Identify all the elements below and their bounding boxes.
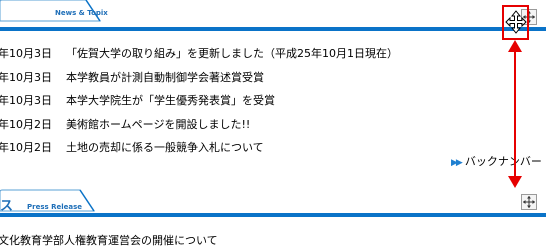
double-arrow-icon: ▶▶ [451, 158, 463, 168]
press-tab-title: Press Release [27, 203, 83, 211]
news-tab-title: News & Topix [55, 9, 108, 17]
press-title-prefix: ス [0, 199, 14, 214]
news-title-link[interactable]: 「佐賀大学の取り組み」を更新しました（平成25年10月1日現在） [66, 47, 398, 61]
news-title-link[interactable]: 美術館ホームページを開設しました!! [66, 118, 250, 132]
news-accent-bar [0, 27, 546, 31]
news-item[interactable]: 年10月2日 美術館ホームページを開設しました!! [0, 118, 398, 142]
resize-arrow-icon [508, 40, 522, 188]
news-item[interactable]: 年10月3日 本学教員が計測自動制御学会著述賞受賞 [0, 71, 398, 95]
news-date: 年10月3日 [0, 70, 52, 84]
news-item[interactable]: 年10月2日 土地の売却に係る一般競争入札について [0, 141, 398, 165]
backnumber-link[interactable]: ▶▶ バックナンバー [451, 153, 542, 169]
news-section-header: News & Topix [0, 0, 546, 26]
move-cursor-icon [505, 10, 527, 34]
news-date: 年10月2日 [0, 141, 52, 154]
news-list: 年10月3日 「佐賀大学の取り組み」を更新しました（平成25年10月1日現在） 年… [0, 47, 398, 165]
news-item[interactable]: 年10月3日 本学大学院生が「学生優秀発表賞」を受賞 [0, 94, 398, 118]
news-date: 年10月3日 [0, 94, 52, 107]
news-title-link[interactable]: 本学教員が計測自動制御学会著述賞受賞 [66, 71, 264, 85]
move-handle-icon[interactable] [521, 194, 537, 210]
news-title-link[interactable]: 土地の売却に係る一般競争入札について [66, 141, 264, 155]
news-date: 年10月3日 [0, 47, 52, 60]
press-accent-bar [0, 213, 546, 217]
news-item[interactable]: 年10月3日 「佐賀大学の取り組み」を更新しました（平成25年10月1日現在） [0, 47, 398, 71]
news-title-link[interactable]: 本学大学院生が「学生優秀発表賞」を受賞 [66, 94, 275, 108]
news-date: 年10月2日 [0, 117, 52, 131]
press-item-partial[interactable]: 文化教育学部人権教育運営会の開催について [0, 232, 218, 248]
